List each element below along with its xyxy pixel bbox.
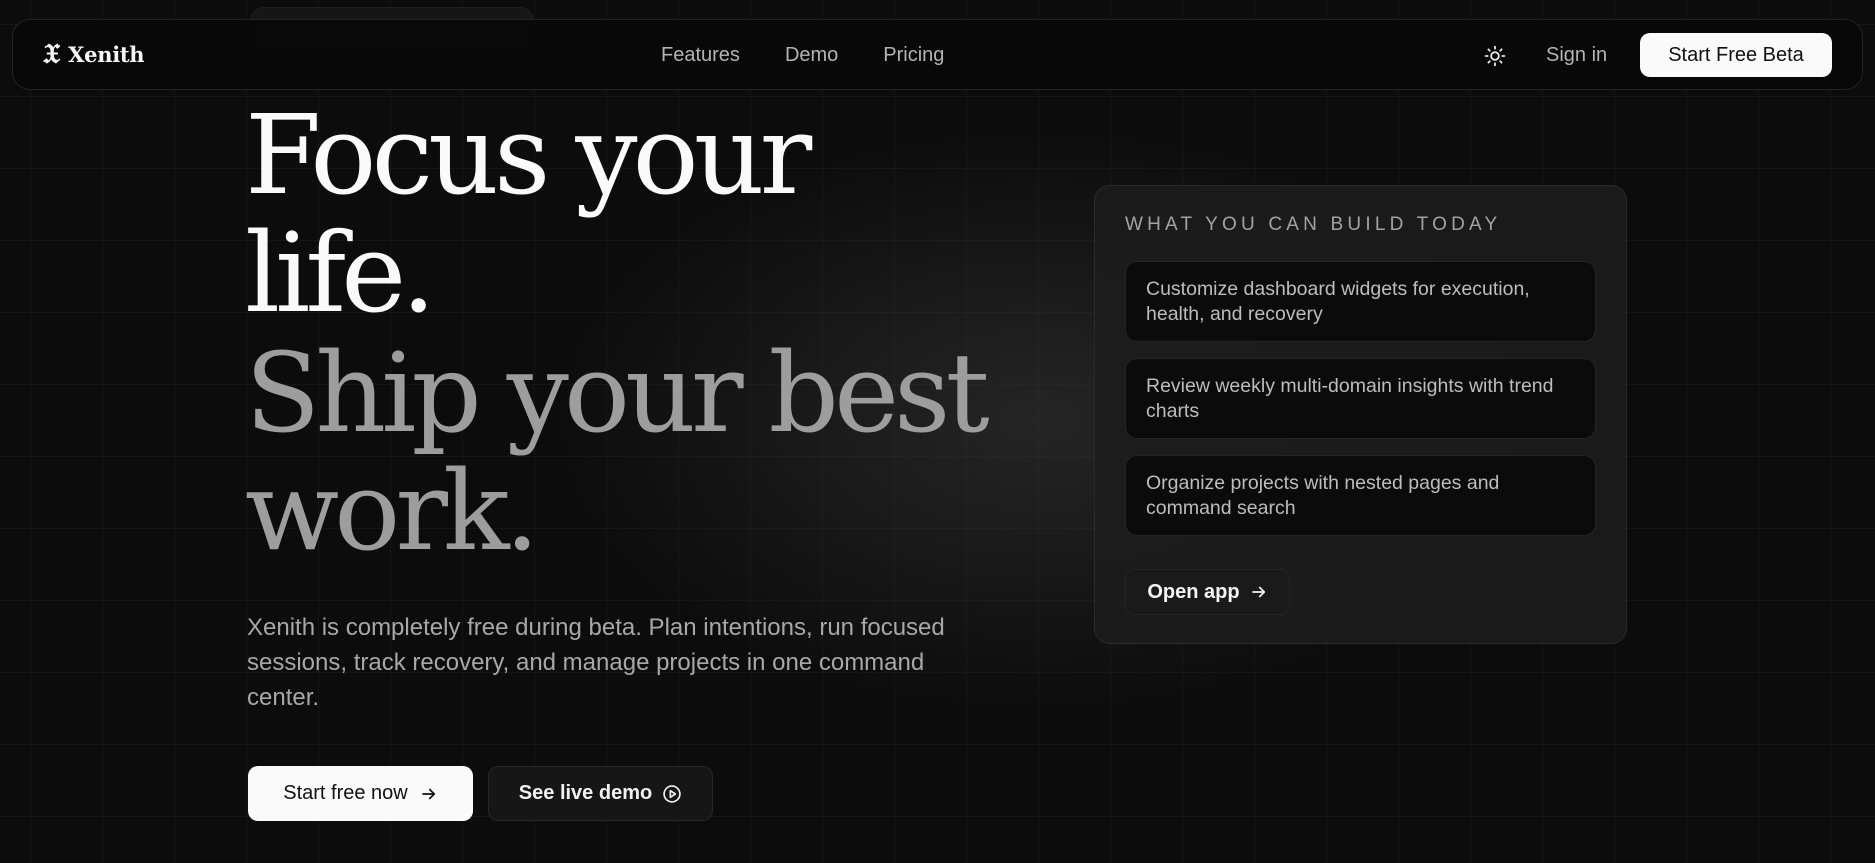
feature-item: Customize dashboard widgets for executio… xyxy=(1125,261,1596,342)
hero-description: Xenith is completely free during beta. P… xyxy=(247,614,945,711)
build-today-card: WHAT YOU CAN BUILD TODAY Customize dashb… xyxy=(1094,185,1627,644)
hero-headline-line-4: work. xyxy=(245,447,540,575)
feature-item: Review weekly multi-domain insights with… xyxy=(1125,358,1596,439)
open-app-label: Open app xyxy=(1147,580,1240,603)
arrow-right-icon xyxy=(421,788,435,799)
see-live-demo-label: See live demo xyxy=(518,782,653,804)
nav-link-demo[interactable]: Demo xyxy=(785,44,838,67)
sign-in-link[interactable]: Sign in xyxy=(1546,44,1607,67)
theme-toggle-button[interactable] xyxy=(1481,42,1509,70)
sun-icon xyxy=(1484,45,1506,67)
play-circle-icon xyxy=(663,784,681,803)
feature-item: Organize projects with nested pages and … xyxy=(1125,455,1596,536)
nav-links: Features Demo Pricing xyxy=(661,44,944,67)
hero-headline-line-2: life. xyxy=(245,209,436,337)
hero-headline-line-3: Ship your best xyxy=(245,329,990,457)
nav-link-pricing[interactable]: Pricing xyxy=(883,44,944,67)
nav-link-features[interactable]: Features xyxy=(661,44,740,67)
start-free-now-label: Start free now xyxy=(283,782,408,804)
brand-name: Xenith xyxy=(68,41,145,67)
logo-icon: 𝔛 xyxy=(43,37,61,70)
arrow-right-icon xyxy=(1251,586,1265,598)
brand-logo[interactable]: 𝔛 Xenith xyxy=(43,37,145,70)
hero-headline-line-1: Focus your xyxy=(245,91,812,219)
start-free-now-button[interactable]: Start free now xyxy=(248,766,473,821)
card-title: WHAT YOU CAN BUILD TODAY xyxy=(1125,214,1502,235)
see-live-demo-button[interactable]: See live demo xyxy=(488,766,713,821)
landing-page: 𝔛 Xenith Features Demo Pricing Sign in S… xyxy=(0,0,1875,863)
start-free-beta-button[interactable]: Start Free Beta xyxy=(1640,33,1832,77)
top-navigation: 𝔛 Xenith Features Demo Pricing Sign in S… xyxy=(12,19,1863,90)
open-app-button[interactable]: Open app xyxy=(1125,569,1290,615)
